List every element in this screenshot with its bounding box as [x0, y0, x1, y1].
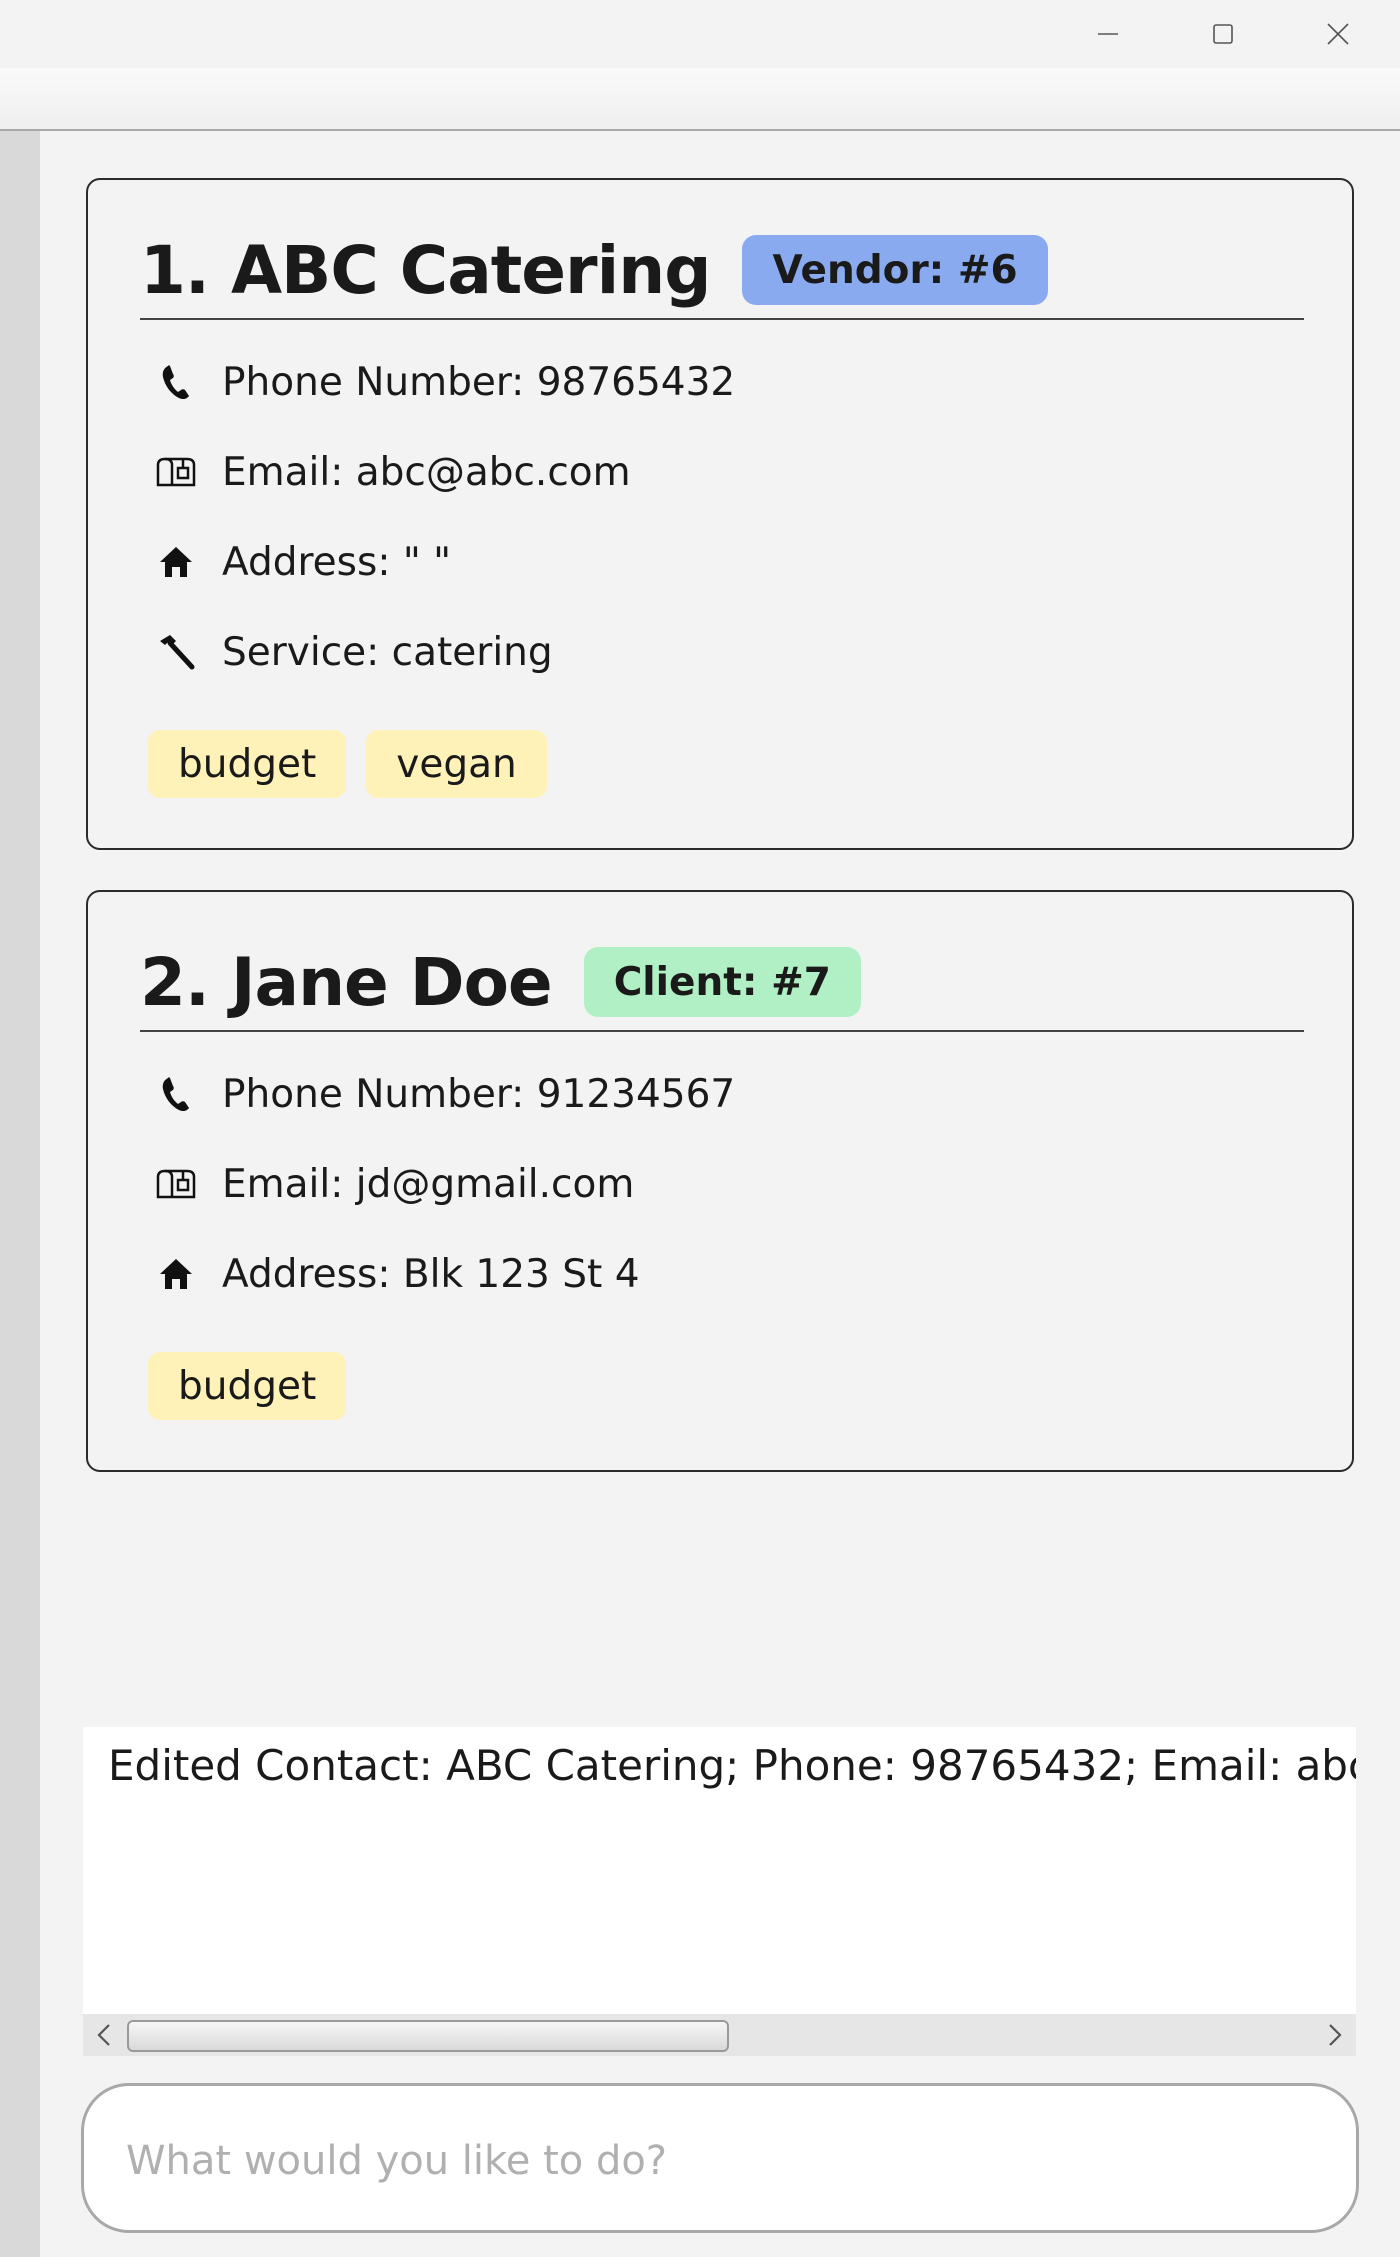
address-row: Address: " "	[148, 532, 451, 592]
tag: budget	[148, 1352, 347, 1420]
house-icon	[148, 1246, 204, 1302]
tag-list: budget vegan	[148, 730, 567, 798]
mailbox-icon	[148, 444, 204, 500]
command-input[interactable]	[124, 2126, 1314, 2196]
phone-icon	[148, 354, 204, 410]
phone-text: Phone Number: 91234567	[222, 1071, 736, 1117]
house-icon	[148, 534, 204, 590]
minimize-button[interactable]	[1050, 0, 1165, 68]
title-bar	[0, 0, 1400, 68]
address-row: Address: Blk 123 St 4	[148, 1244, 640, 1304]
minimize-icon	[1097, 33, 1118, 35]
phone-row: Phone Number: 98765432	[148, 352, 735, 412]
address-text: Address: " "	[222, 539, 452, 585]
result-horizontal-scrollbar[interactable]	[83, 2014, 1356, 2056]
close-button[interactable]	[1280, 0, 1395, 68]
email-row: Email: jd@gmail.com	[148, 1154, 634, 1214]
maximize-icon	[1212, 24, 1233, 44]
tag: vegan	[366, 730, 547, 798]
chevron-left-icon	[97, 2024, 110, 2046]
scrollbar-thumb[interactable]	[127, 2020, 729, 2052]
result-text: Edited Contact: ABC Catering; Phone: 987…	[108, 1741, 1356, 1790]
contact-card[interactable]: 2. Jane Doe Client: #7 Phone Number: 912…	[86, 890, 1354, 1472]
hammer-icon	[148, 624, 204, 680]
tag-list: budget	[148, 1352, 366, 1420]
scroll-left-button[interactable]	[83, 2014, 125, 2056]
contact-card[interactable]: 1. ABC Catering Vendor: #6 Phone Number:…	[86, 178, 1354, 850]
mailbox-icon	[148, 1156, 204, 1212]
tag: budget	[148, 730, 347, 798]
contact-type-badge: Vendor: #6	[742, 235, 1048, 305]
contact-type-badge: Client: #7	[583, 947, 861, 1017]
menu-bar	[0, 68, 1400, 131]
close-icon	[1326, 23, 1349, 45]
contact-name: 2. Jane Doe	[140, 943, 553, 1021]
command-box[interactable]	[81, 2083, 1359, 2233]
scroll-right-button[interactable]	[1314, 2014, 1356, 2056]
contact-name: 1. ABC Catering	[140, 231, 711, 309]
address-text: Address: Blk 123 St 4	[222, 1251, 640, 1297]
phone-row: Phone Number: 91234567	[148, 1064, 735, 1124]
left-rail	[0, 131, 40, 2257]
service-row: Service: catering	[148, 622, 553, 682]
service-text: Service: catering	[222, 629, 553, 675]
phone-text: Phone Number: 98765432	[222, 359, 736, 405]
email-row: Email: abc@abc.com	[148, 442, 631, 502]
email-text: Email: abc@abc.com	[222, 449, 631, 495]
contact-card-header: 2. Jane Doe Client: #7	[140, 934, 1304, 1032]
email-text: Email: jd@gmail.com	[222, 1161, 635, 1207]
contact-card-header: 1. ABC Catering Vendor: #6	[140, 222, 1304, 320]
phone-icon	[148, 1066, 204, 1122]
maximize-button[interactable]	[1165, 0, 1280, 68]
result-display[interactable]: Edited Contact: ABC Catering; Phone: 987…	[83, 1727, 1356, 2014]
chevron-right-icon	[1329, 2024, 1342, 2046]
contact-list[interactable]: 1. ABC Catering Vendor: #6 Phone Number:…	[40, 131, 1400, 1721]
